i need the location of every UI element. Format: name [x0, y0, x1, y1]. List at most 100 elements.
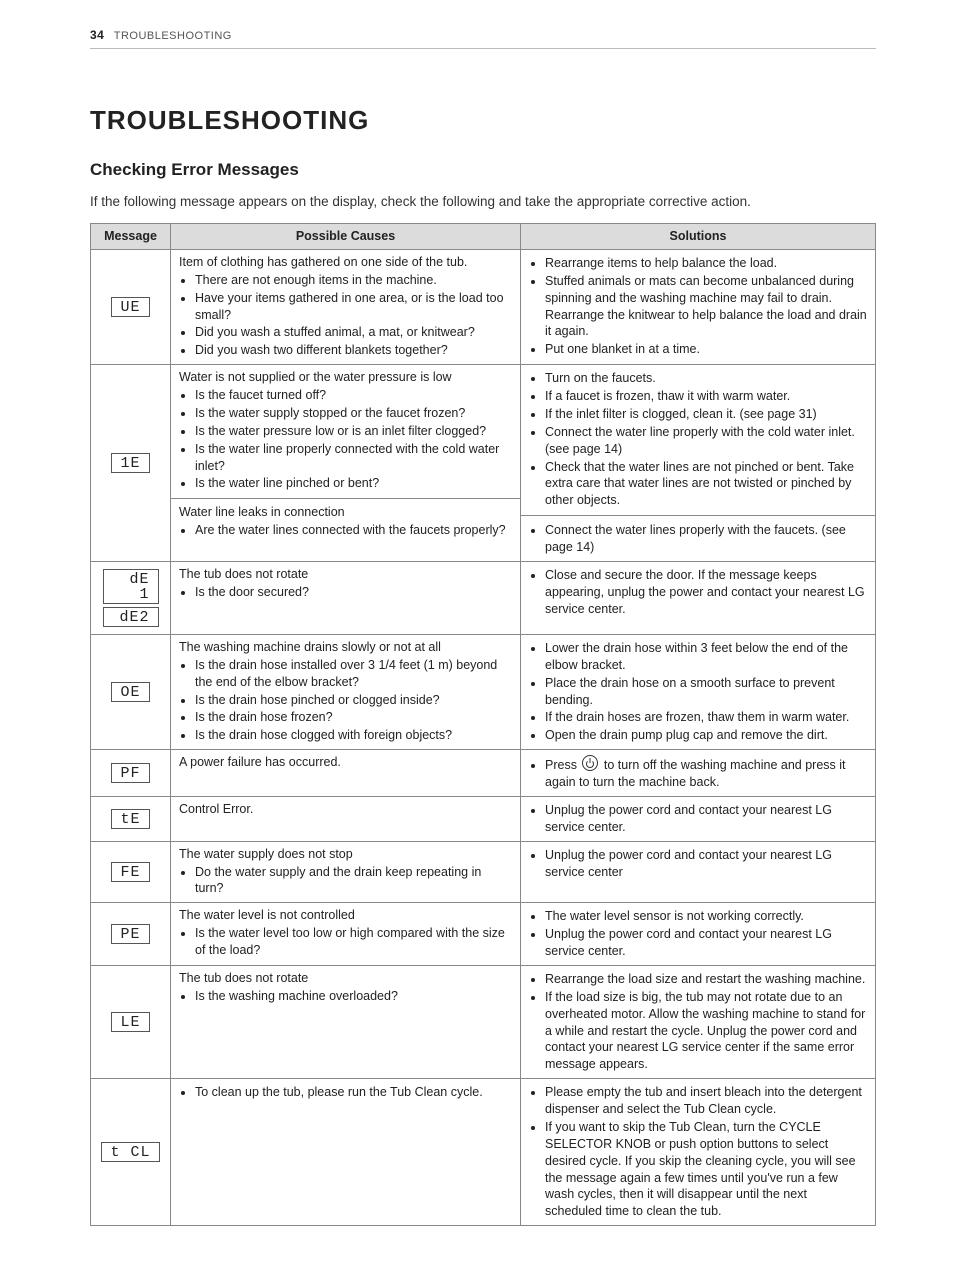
causes-cell: Control Error.: [171, 796, 521, 841]
table-header-row: Message Possible Causes Solutions: [91, 224, 876, 250]
table-row: 1E Water is not supplied or the water pre…: [91, 365, 876, 562]
page-number: 34: [90, 28, 104, 42]
message-cell: dE 1dE2: [91, 561, 171, 634]
cause-item: Are the water lines connected with the f…: [195, 522, 512, 539]
cause-item: Is the water supply stopped or the fauce…: [195, 405, 512, 422]
error-table: Message Possible Causes Solutions UE Item…: [90, 223, 876, 1226]
cause-item: There are not enough items in the machin…: [195, 272, 512, 289]
solutions-cell: The water level sensor is not working co…: [521, 903, 876, 966]
section-intro: If the following message appears on the …: [90, 194, 876, 209]
error-code: OE: [111, 682, 149, 702]
col-causes: Possible Causes: [171, 224, 521, 250]
error-code: t CL: [101, 1142, 159, 1162]
cause-item: Is the water line pinched or bent?: [195, 475, 512, 492]
cause-lead: The tub does not rotate: [179, 566, 512, 583]
causes-cell: A power failure has occurred.: [171, 750, 521, 797]
cause-item: Is the drain hose clogged with foreign o…: [195, 727, 512, 744]
cause-item: Did you wash a stuffed animal, a mat, or…: [195, 324, 512, 341]
message-cell: UE: [91, 249, 171, 364]
solutions-cell: Unplug the power cord and contact your n…: [521, 841, 876, 903]
cause-lead: A power failure has occurred.: [179, 754, 512, 771]
cause-item: Is the washing machine overloaded?: [195, 988, 512, 1005]
solution-item: Open the drain pump plug cap and remove …: [545, 727, 867, 744]
error-code: dE2: [103, 607, 159, 627]
solutions-cell: Unplug the power cord and contact your n…: [521, 796, 876, 841]
running-head: 34 TROUBLESHOOTING: [90, 28, 876, 49]
cause-item: Have your items gathered in one area, or…: [195, 290, 512, 324]
power-icon: [582, 755, 598, 771]
section-title: Checking Error Messages: [90, 160, 876, 180]
solution-item: If the load size is big, the tub may not…: [545, 989, 867, 1073]
solution-item: Connect the water line properly with the…: [545, 424, 867, 458]
solution-item: Turn on the faucets.: [545, 370, 867, 387]
col-message: Message: [91, 224, 171, 250]
solutions-cell: Rearrange the load size and restart the …: [521, 965, 876, 1078]
causes-cell: The water level is not controlledIs the …: [171, 903, 521, 966]
cause-item: Is the faucet turned off?: [195, 387, 512, 404]
cause-item: Is the drain hose frozen?: [195, 709, 512, 726]
solution-item: If you want to skip the Tub Clean, turn …: [545, 1119, 867, 1220]
solutions-cell: Turn on the faucets.If a faucet is froze…: [521, 365, 876, 562]
solutions-cell: Please empty the tub and insert bleach i…: [521, 1079, 876, 1226]
cause-item: To clean up the tub, please run the Tub …: [195, 1084, 512, 1101]
causes-cell: Item of clothing has gathered on one sid…: [171, 249, 521, 364]
solution-item: Unplug the power cord and contact your n…: [545, 926, 867, 960]
page-title: TROUBLESHOOTING: [90, 105, 876, 136]
solution-item: Connect the water lines properly with th…: [545, 522, 867, 556]
error-code: LE: [111, 1012, 149, 1032]
cause-lead: Water line leaks in connection: [179, 504, 512, 521]
solution-item: The water level sensor is not working co…: [545, 908, 867, 925]
table-row: dE 1dE2The tub does not rotateIs the doo…: [91, 561, 876, 634]
solution-item: If the drain hoses are frozen, thaw them…: [545, 709, 867, 726]
table-row: PF A power failure has occurred. Press to …: [91, 750, 876, 797]
cause-lead: The water level is not controlled: [179, 907, 512, 924]
cause-lead: The water supply does not stop: [179, 846, 512, 863]
message-cell: PF: [91, 750, 171, 797]
cause-lead: The tub does not rotate: [179, 970, 512, 987]
solution-item: Rearrange items to help balance the load…: [545, 255, 867, 272]
message-cell: 1E: [91, 365, 171, 562]
cause-lead: Item of clothing has gathered on one sid…: [179, 254, 512, 271]
solution-item: If a faucet is frozen, thaw it with warm…: [545, 388, 867, 405]
solution-item: Put one blanket in at a time.: [545, 341, 867, 358]
solution-item: Place the drain hose on a smooth surface…: [545, 675, 867, 709]
page: 34 TROUBLESHOOTING TROUBLESHOOTING Check…: [0, 0, 954, 1266]
causes-cell: The tub does not rotateIs the washing ma…: [171, 965, 521, 1078]
table-row: tE Control Error.Unplug the power cord an…: [91, 796, 876, 841]
cause-lead: Water is not supplied or the water press…: [179, 369, 512, 386]
solution-item: Check that the water lines are not pinch…: [545, 459, 867, 510]
cause-item: Is the water pressure low or is an inlet…: [195, 423, 512, 440]
solution-item: Close and secure the door. If the messag…: [545, 567, 867, 618]
cause-item: Did you wash two different blankets toge…: [195, 342, 512, 359]
cause-lead: The washing machine drains slowly or not…: [179, 639, 512, 656]
solution-item: Rearrange the load size and restart the …: [545, 971, 867, 988]
causes-cell: To clean up the tub, please run the Tub …: [171, 1079, 521, 1226]
solutions-cell: Lower the drain hose within 3 feet below…: [521, 634, 876, 749]
table-row: FE The water supply does not stopDo the w…: [91, 841, 876, 903]
table-row: PEThe water level is not controlledIs th…: [91, 903, 876, 966]
message-cell: LE: [91, 965, 171, 1078]
solutions-cell: Close and secure the door. If the messag…: [521, 561, 876, 634]
solution-item: Unplug the power cord and contact your n…: [545, 847, 867, 881]
table-row: LE The tub does not rotateIs the washing …: [91, 965, 876, 1078]
solutions-cell: Press to turn off the washing machine an…: [521, 750, 876, 797]
table-row: OE The washing machine drains slowly or n…: [91, 634, 876, 749]
cause-item: Do the water supply and the drain keep r…: [195, 864, 512, 898]
message-cell: tE: [91, 796, 171, 841]
solution-item: If the inlet filter is clogged, clean it…: [545, 406, 867, 423]
causes-cell: The washing machine drains slowly or not…: [171, 634, 521, 749]
cause-item: Is the drain hose pinched or clogged ins…: [195, 692, 512, 709]
table-row: UE Item of clothing has gathered on one s…: [91, 249, 876, 364]
solutions-cell: Rearrange items to help balance the load…: [521, 249, 876, 364]
error-code: PF: [111, 763, 149, 783]
error-code: FE: [111, 862, 149, 882]
error-code: 1E: [111, 453, 149, 473]
causes-cell: The tub does not rotateIs the door secur…: [171, 561, 521, 634]
solution-item: Please empty the tub and insert bleach i…: [545, 1084, 867, 1118]
error-code: tE: [111, 809, 149, 829]
cause-item: Is the door secured?: [195, 584, 512, 601]
solution-item: Lower the drain hose within 3 feet below…: [545, 640, 867, 674]
message-cell: OE: [91, 634, 171, 749]
causes-cell: The water supply does not stopDo the wat…: [171, 841, 521, 903]
col-solutions: Solutions: [521, 224, 876, 250]
